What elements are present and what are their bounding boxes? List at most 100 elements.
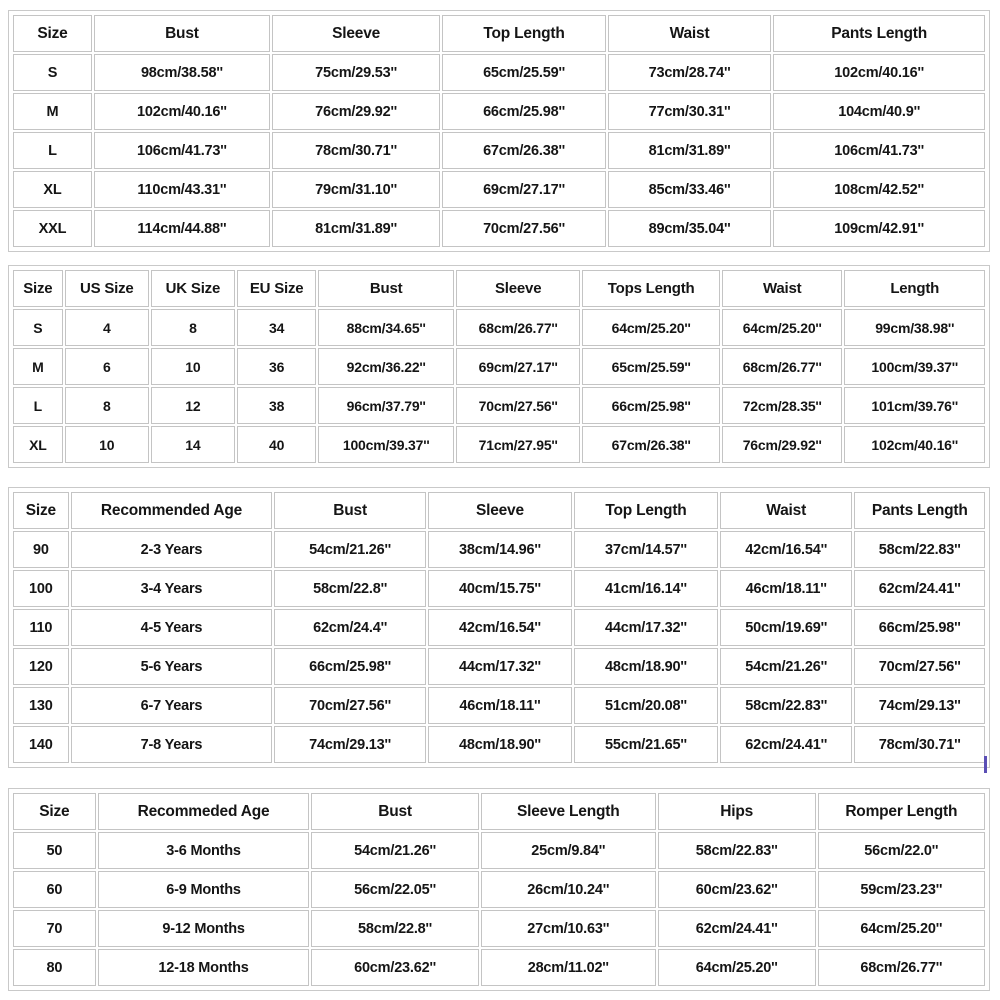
table-header: Size Bust Sleeve Top Length Waist Pants Lengt… [13, 15, 985, 52]
measurement-cell: 69cm/27.17'' [442, 171, 606, 208]
column-header: Hips [657, 793, 816, 830]
measurement-cell: 42cm/16.54'' [719, 531, 853, 568]
measurement-cell: 78cm/30.71'' [854, 726, 985, 763]
column-header: Recommeded Age [97, 793, 310, 830]
measurement-cell: 50cm/19.69'' [719, 609, 853, 646]
column-header: Tops Length [582, 270, 720, 307]
measurement-cell: 64cm/25.20'' [582, 309, 720, 346]
measurement-cell: 96cm/37.79'' [318, 387, 455, 424]
size-cell: 140 [13, 726, 69, 763]
measurement-cell: 102cm/40.16'' [844, 426, 985, 463]
measurement-cell: 76cm/29.92'' [271, 93, 441, 130]
measurement-cell: 98cm/38.58'' [93, 54, 270, 91]
column-header: Sleeve [271, 15, 441, 52]
column-header: Size [13, 270, 63, 307]
size-cell: 50 [13, 832, 96, 869]
size-cell: XL [13, 171, 92, 208]
measurement-cell: 68cm/26.77'' [456, 309, 581, 346]
column-header: Waist [607, 15, 772, 52]
column-header: Length [844, 270, 985, 307]
column-header: EU Size [236, 270, 317, 307]
table-row: S 98cm/38.58'' 75cm/29.53'' 65cm/25.59'' 73c… [13, 54, 985, 91]
measurement-cell: 64cm/25.20'' [721, 309, 843, 346]
table-row: XXL 114cm/44.88'' 81cm/31.89'' 70cm/27.56''… [13, 210, 985, 247]
measurement-cell: 58cm/22.83'' [719, 687, 853, 724]
measurement-cell: 54cm/21.26'' [311, 832, 479, 869]
measurement-cell: 81cm/31.89'' [607, 132, 772, 169]
size-cell: 90 [13, 531, 69, 568]
measurement-cell: 59cm/23.23'' [817, 871, 985, 908]
measurement-cell: 68cm/26.77'' [721, 348, 843, 385]
size-cell: 60 [13, 871, 96, 908]
size-table: Size Recommeded Age Bust Sleeve Length Hips R… [11, 791, 987, 988]
measurement-cell: 74cm/29.13'' [854, 687, 985, 724]
measurement-cell: 89cm/35.04'' [607, 210, 772, 247]
header-row: Size Recommended Age Bust Sleeve Top Length W… [13, 492, 985, 529]
measurement-cell: 10 [64, 426, 149, 463]
measurement-cell: 58cm/22.8'' [274, 570, 426, 607]
baby-romper-size-table: Size Recommeded Age Bust Sleeve Length Hips R… [8, 788, 990, 991]
table-row: 90 2-3 Years 54cm/21.26'' 38cm/14.96'' 37cm/… [13, 531, 985, 568]
measurement-cell: 72cm/28.35'' [721, 387, 843, 424]
measurement-cell: 79cm/31.10'' [271, 171, 441, 208]
column-header: UK Size [150, 270, 235, 307]
measurement-cell: 66cm/25.98'' [582, 387, 720, 424]
measurement-cell: 67cm/26.38'' [442, 132, 606, 169]
size-cell: 120 [13, 648, 69, 685]
measurement-cell: 58cm/22.8'' [311, 910, 479, 947]
size-cell: L [13, 387, 63, 424]
measurement-cell: 68cm/26.77'' [817, 949, 985, 986]
measurement-cell: 65cm/25.59'' [582, 348, 720, 385]
measurement-cell: 48cm/18.90'' [427, 726, 572, 763]
measurement-cell: 64cm/25.20'' [817, 910, 985, 947]
measurement-cell: 67cm/26.38'' [582, 426, 720, 463]
measurement-cell: 6-7 Years [70, 687, 273, 724]
table-row: M 102cm/40.16'' 76cm/29.92'' 66cm/25.98'' 77… [13, 93, 985, 130]
measurement-cell: 70cm/27.56'' [854, 648, 985, 685]
column-header: Waist [719, 492, 853, 529]
measurement-cell: 54cm/21.26'' [274, 531, 426, 568]
column-header: Sleeve [456, 270, 581, 307]
size-cell: L [13, 132, 92, 169]
measurement-cell: 92cm/36.22'' [318, 348, 455, 385]
measurement-cell: 62cm/24.41'' [854, 570, 985, 607]
measurement-cell: 73cm/28.74'' [607, 54, 772, 91]
column-header: Top Length [442, 15, 606, 52]
measurement-cell: 46cm/18.11'' [427, 687, 572, 724]
measurement-cell: 60cm/23.62'' [657, 871, 816, 908]
column-header: Top Length [573, 492, 718, 529]
measurement-cell: 102cm/40.16'' [93, 93, 270, 130]
measurement-cell: 70cm/27.56'' [274, 687, 426, 724]
measurement-cell: 70cm/27.56'' [442, 210, 606, 247]
column-header: US Size [64, 270, 149, 307]
column-header: Bust [318, 270, 455, 307]
size-table: Size Bust Sleeve Top Length Waist Pants Lengt… [11, 13, 987, 249]
measurement-cell: 9-12 Months [97, 910, 310, 947]
measurement-cell: 27cm/10.63'' [480, 910, 656, 947]
measurement-cell: 110cm/43.31'' [93, 171, 270, 208]
measurement-cell: 99cm/38.98'' [844, 309, 985, 346]
measurement-cell: 10 [150, 348, 235, 385]
measurement-cell: 4 [64, 309, 149, 346]
measurement-cell: 26cm/10.24'' [480, 871, 656, 908]
table-row: 140 7-8 Years 74cm/29.13'' 48cm/18.90'' 55cm… [13, 726, 985, 763]
measurement-cell: 69cm/27.17'' [456, 348, 581, 385]
measurement-cell: 5-6 Years [70, 648, 273, 685]
column-header: Size [13, 492, 69, 529]
measurement-cell: 58cm/22.83'' [657, 832, 816, 869]
column-header: Bust [93, 15, 270, 52]
measurement-cell: 71cm/27.95'' [456, 426, 581, 463]
table-row: 80 12-18 Months 60cm/23.62'' 28cm/11.02'' 64… [13, 949, 985, 986]
table-row: L 8 12 38 96cm/37.79'' 70cm/27.56'' 66cm/25.98… [13, 387, 985, 424]
size-chart-page: Size Bust Sleeve Top Length Waist Pants Lengt… [0, 0, 1000, 1000]
measurement-cell: 12 [150, 387, 235, 424]
size-cell: XXL [13, 210, 92, 247]
size-cell: 70 [13, 910, 96, 947]
measurement-cell: 109cm/42.91'' [773, 210, 985, 247]
international-sizing-table: Size US Size UK Size EU Size Bust Sleeve Tops … [8, 265, 990, 468]
column-header: Size [13, 15, 92, 52]
measurement-cell: 66cm/25.98'' [274, 648, 426, 685]
measurement-cell: 44cm/17.32'' [573, 609, 718, 646]
header-row: Size US Size UK Size EU Size Bust Sleeve Tops … [13, 270, 985, 307]
size-cell: S [13, 54, 92, 91]
